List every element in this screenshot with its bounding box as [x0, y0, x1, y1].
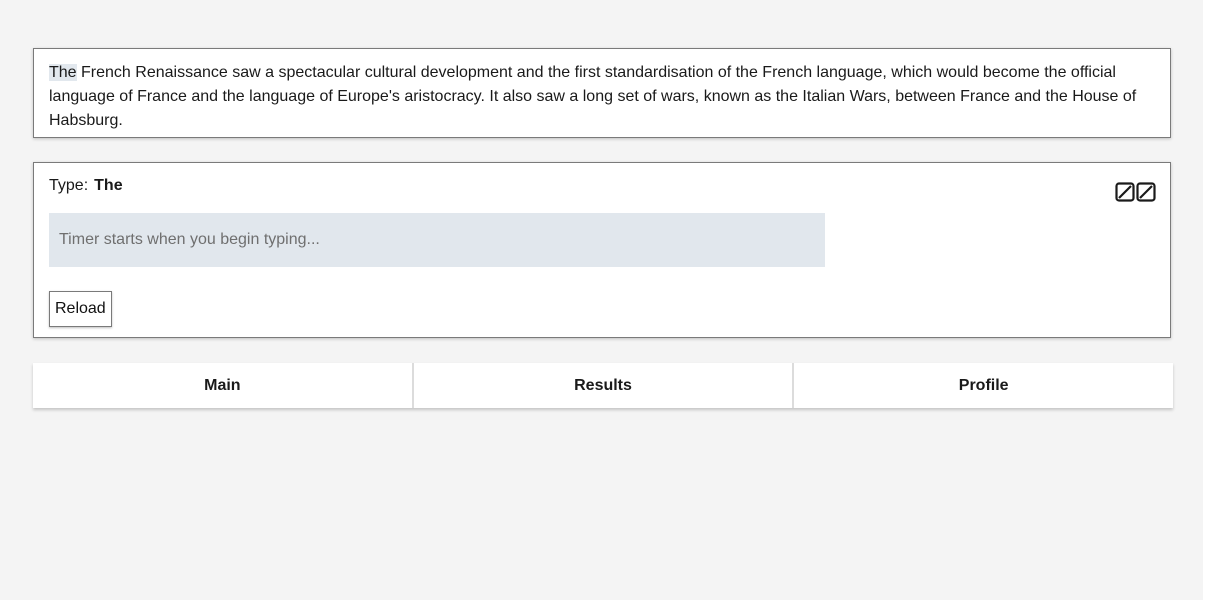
typing-input[interactable]: [49, 213, 825, 267]
tab-main[interactable]: Main: [33, 363, 414, 408]
passage-panel: The French Renaissance saw a spectacular…: [33, 48, 1171, 138]
layout-toggle-right-icon: [1136, 182, 1156, 202]
layout-toggle-icon[interactable]: [1115, 182, 1156, 202]
prompt-row: Type: The: [49, 177, 123, 195]
tab-profile[interactable]: Profile: [794, 363, 1174, 408]
reload-button[interactable]: Reload: [49, 291, 112, 327]
bottom-nav: Main Results Profile: [33, 363, 1174, 408]
typing-panel: Type: The Reload: [33, 162, 1171, 338]
passage-text: French Renaissance saw a spectacular cul…: [49, 64, 1137, 129]
current-word-highlight: The: [49, 64, 77, 81]
layout-toggle-left-icon: [1115, 182, 1135, 202]
prompt-word: The: [94, 177, 123, 194]
tab-results[interactable]: Results: [413, 363, 795, 408]
prompt-label: Type:: [49, 177, 89, 194]
